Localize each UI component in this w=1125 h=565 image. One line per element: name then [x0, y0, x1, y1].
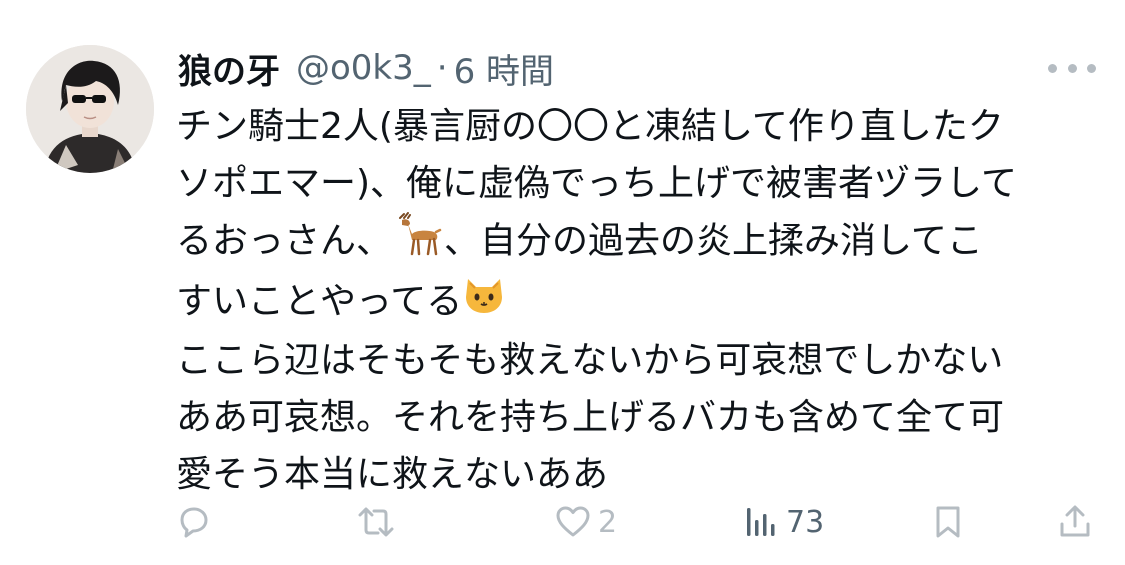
tweet-line: ソポエマー)、俺に虚偽でっち上げで被害者ヅラして — [176, 163, 1017, 204]
bookmark-icon — [932, 504, 964, 540]
tweet[interactable]: 狼の牙 @o0k3_ · 6 時間 チン騎士2人(暴言厨の〇〇と凍結して作り直し… — [0, 0, 1125, 565]
tweet-line-part: すいことやってる — [176, 281, 463, 322]
cat-face-emoji — [462, 275, 506, 332]
share-button[interactable] — [1058, 498, 1092, 546]
heart-icon — [554, 504, 592, 540]
more-dots-icon[interactable] — [1048, 56, 1096, 80]
user-handle[interactable]: @o0k3_ — [296, 48, 431, 88]
tweet-header: 狼の牙 @o0k3_ · 6 時間 — [178, 44, 554, 92]
tweet-line: すいことやってる — [176, 273, 1096, 332]
tweet-line: チン騎士2人(暴言厨の〇〇と凍結して作り直したク — [176, 106, 1004, 147]
views-count: 73 — [786, 504, 825, 540]
tweet-line: ここら辺はそもそも救えないから可哀想でしかない — [176, 339, 1004, 381]
tweet-line: ああ可哀想。それを持ち上げるバカも含めて全て可 — [176, 396, 1005, 438]
deer-emoji — [392, 212, 444, 273]
bookmark-button[interactable] — [932, 498, 964, 546]
retweet-button[interactable] — [356, 498, 396, 546]
tweet-line: 愛そう本当に救えないああ — [176, 453, 609, 495]
tweet-line-part: るおっさん、 — [176, 220, 393, 262]
views-button[interactable]: 73 — [744, 498, 824, 546]
like-button[interactable]: 2 — [554, 498, 617, 546]
display-name[interactable]: 狼の牙 — [178, 44, 280, 93]
like-count: 2 — [598, 504, 618, 540]
action-bar: 2 73 — [176, 498, 1096, 546]
separator-dot: · — [436, 48, 448, 88]
bar-chart-icon — [744, 504, 780, 540]
reply-button[interactable] — [176, 498, 212, 546]
retweet-icon — [356, 504, 396, 540]
share-icon — [1058, 504, 1092, 540]
avatar[interactable] — [26, 45, 154, 173]
tweet-line: るおっさん、 、自分の過去の炎上揉み消してこ — [176, 212, 1096, 273]
reply-icon — [176, 504, 212, 540]
tweet-line-part: 、自分の過去の炎上揉み消してこ — [444, 220, 983, 262]
tweet-text: チン騎士2人(暴言厨の〇〇と凍結して作り直したク ソポエマー)、俺に虚偽でっち上… — [176, 98, 1096, 503]
timestamp[interactable]: 6 時間 — [454, 44, 554, 93]
